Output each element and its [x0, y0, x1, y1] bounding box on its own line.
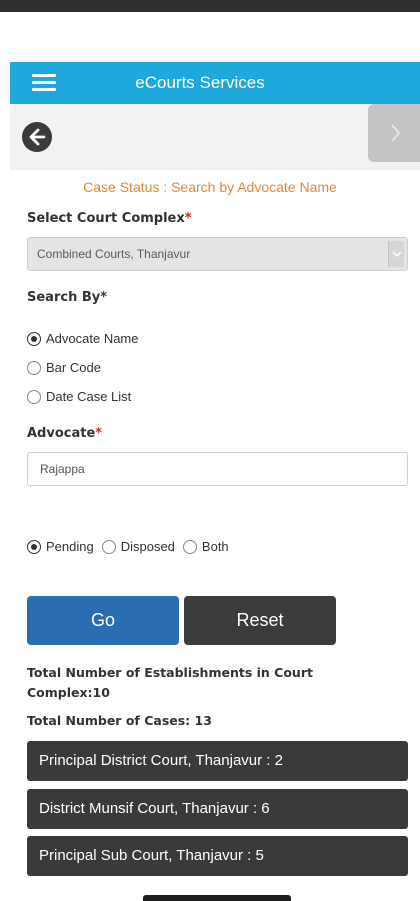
status-option-pending[interactable]: Pending — [27, 539, 94, 554]
establishment-item[interactable]: Principal Sub Court, Thanjavur : 5 — [27, 836, 408, 876]
status-bar-edge — [0, 0, 420, 12]
case-status-filter: Pending Disposed Both — [27, 539, 237, 554]
radio-button[interactable] — [182, 539, 197, 554]
radio-button[interactable] — [27, 360, 41, 375]
app-title: eCourts Services — [135, 73, 265, 92]
radio-label: Date Case List — [46, 389, 132, 404]
court-complex-label: Select Court Complex* — [27, 211, 192, 226]
chevron-down-icon — [392, 251, 402, 258]
court-complex-select[interactable]: Combined Courts, Thanjavur — [27, 237, 408, 271]
forward-button[interactable] — [368, 104, 420, 162]
back-button[interactable] — [22, 122, 52, 152]
radio-label: Advocate Name — [46, 331, 139, 346]
status-option-both[interactable]: Both — [182, 539, 229, 554]
radio-button[interactable] — [101, 539, 116, 554]
app-bar: eCourts Services — [10, 62, 420, 104]
reset-button[interactable]: Reset — [184, 596, 336, 645]
court-complex-selected: Combined Courts, Thanjavur — [37, 247, 191, 261]
search-by-option-advocate-name[interactable]: Advocate Name — [27, 331, 139, 346]
radio-label: Bar Code — [46, 360, 101, 375]
bottom-handle — [143, 895, 291, 901]
required-mark: * — [184, 211, 192, 226]
radio-label: Both — [201, 539, 229, 554]
advocate-name-input[interactable]: Rajappa — [27, 452, 408, 486]
establishment-item[interactable]: Principal District Court, Thanjavur : 2 — [27, 741, 408, 781]
establishment-item[interactable]: District Munsif Court, Thanjavur : 6 — [27, 789, 408, 829]
dropdown-handle — [388, 241, 404, 267]
chevron-right-icon — [391, 124, 401, 142]
radio-button[interactable] — [27, 389, 41, 404]
search-by-option-bar-code[interactable]: Bar Code — [27, 360, 101, 375]
status-option-disposed[interactable]: Disposed — [101, 539, 175, 554]
required-mark: * — [95, 426, 103, 441]
radio-label: Pending — [46, 539, 94, 554]
search-by-option-date-case-list[interactable]: Date Case List — [27, 389, 131, 404]
radio-label: Disposed — [120, 539, 175, 554]
page-heading: Case Status : Search by Advocate Name — [83, 179, 337, 195]
total-cases-count: Total Number of Cases: 13 — [27, 713, 212, 728]
search-by-label: Search By* — [27, 290, 108, 305]
radio-button[interactable] — [27, 539, 41, 554]
establishments-count: Total Number of Establishments in Court … — [27, 665, 313, 700]
nav-bar — [10, 104, 420, 170]
radio-button[interactable] — [27, 331, 41, 346]
go-button[interactable]: Go — [27, 596, 179, 645]
arrow-left-icon — [29, 128, 46, 146]
advocate-label: Advocate* — [27, 426, 103, 441]
